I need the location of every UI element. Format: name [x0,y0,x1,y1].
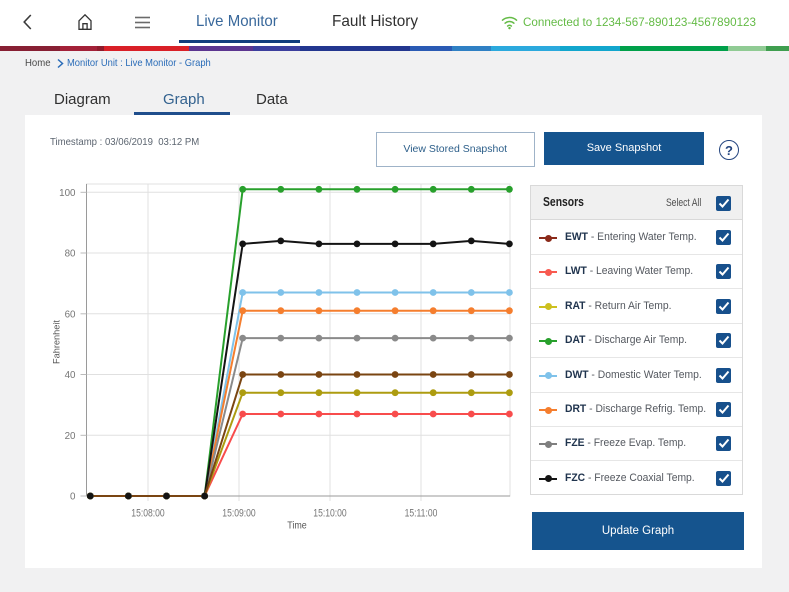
svg-text:15:08:00: 15:08:00 [131,508,165,520]
svg-text:40: 40 [65,370,76,381]
svg-text:80: 80 [65,249,76,260]
svg-text:15:11:00: 15:11:00 [405,508,438,520]
svg-text:0: 0 [70,492,76,503]
svg-text:60: 60 [65,309,76,320]
svg-text:Fahrenheit: Fahrenheit [52,320,62,364]
svg-text:100: 100 [59,188,76,199]
svg-text:15:10:00: 15:10:00 [313,508,347,520]
svg-text:Time: Time [287,520,306,532]
svg-text:15:09:00: 15:09:00 [222,508,256,520]
svg-text:20: 20 [65,431,76,442]
